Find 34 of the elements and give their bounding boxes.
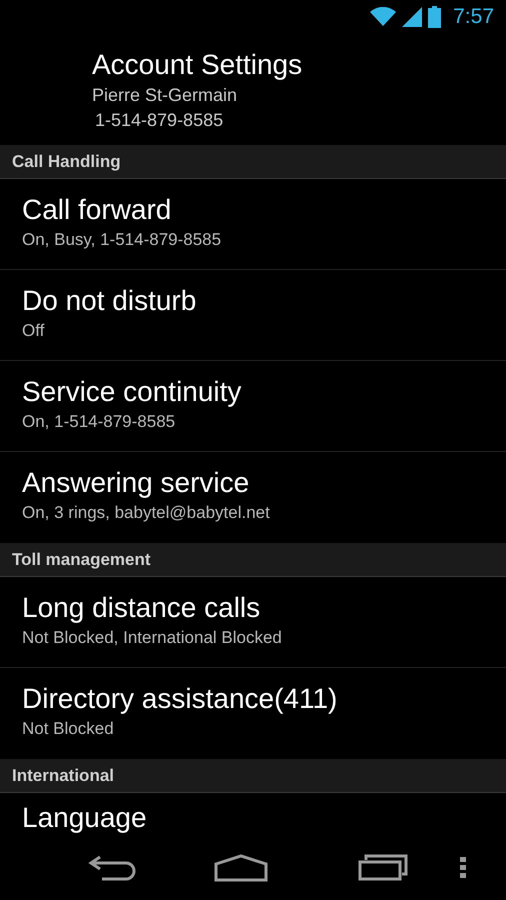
battery-icon	[428, 6, 442, 28]
item-title: Answering service	[22, 466, 250, 500]
item-title: Do not disturb	[22, 284, 196, 318]
settings-item[interactable]: Long distance calls Not Blocked, International Blocked	[0, 577, 506, 668]
item-title: Service continuity	[22, 375, 242, 409]
item-summary: On, 3 rings, babytel@babytel.net	[22, 502, 270, 524]
settings-item[interactable]: Do not disturb Off	[0, 270, 506, 361]
section-title: Call Handling	[12, 152, 121, 172]
home-button[interactable]	[214, 854, 268, 882]
item-summary: Not Blocked	[22, 718, 114, 740]
overflow-menu-button[interactable]	[460, 856, 466, 878]
item-summary: Not Blocked, International Blocked	[22, 627, 282, 649]
recent-apps-button[interactable]	[358, 854, 408, 882]
item-title: Call forward	[22, 193, 172, 227]
section-title: Toll management	[12, 550, 151, 570]
settings-item[interactable]: Service continuity On, 1-514-879-8585	[0, 361, 506, 452]
item-title: Long distance calls	[22, 591, 260, 625]
item-title: Directory assistance(411)	[22, 682, 338, 716]
settings-item[interactable]: Call forward On, Busy, 1-514-879-8585	[0, 179, 506, 270]
signal-icon	[402, 6, 422, 26]
item-summary: On, 1-514-879-8585	[22, 411, 176, 433]
settings-item[interactable]: Answering service On, 3 rings, babytel@babytel.net	[0, 452, 506, 543]
account-phone: 1-514-879-8585	[94, 109, 224, 132]
item-summary: On, Busy, 1-514-879-8585	[22, 229, 222, 251]
clock-time: 7:57	[453, 4, 494, 28]
item-title: Language	[22, 801, 147, 835]
account-name: Pierre St-Germain	[92, 84, 238, 107]
settings-item[interactable]: Language	[0, 793, 506, 835]
settings-item[interactable]: Directory assistance(411) Not Blocked	[0, 668, 506, 759]
item-summary: Off	[22, 320, 44, 342]
section-title: International	[12, 766, 114, 786]
back-button[interactable]	[88, 854, 136, 882]
wifi-icon	[370, 6, 396, 26]
screen-title: Account Settings	[92, 48, 304, 82]
